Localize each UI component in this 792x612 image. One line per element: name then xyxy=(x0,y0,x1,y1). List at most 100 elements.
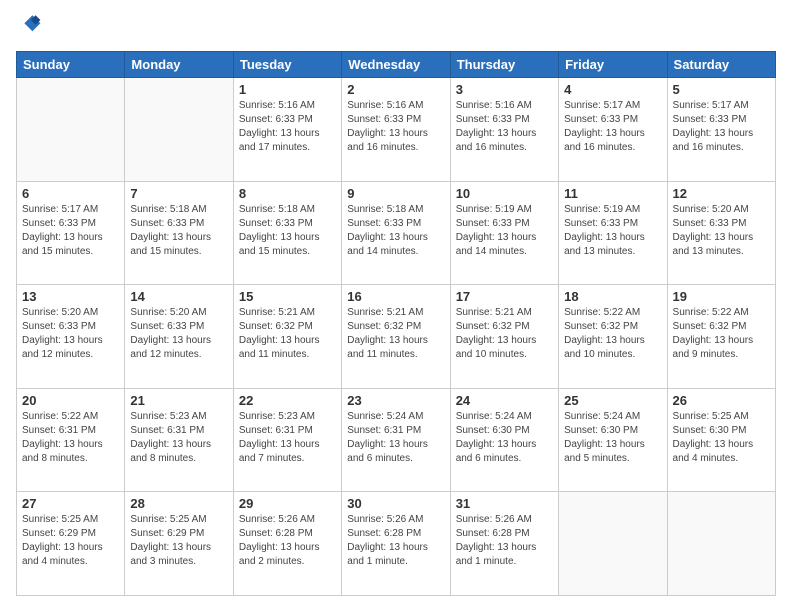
calendar-week-row: 27Sunrise: 5:25 AM Sunset: 6:29 PM Dayli… xyxy=(17,492,776,596)
page: Sunday Monday Tuesday Wednesday Thursday… xyxy=(0,0,792,612)
day-number: 6 xyxy=(22,186,119,201)
table-row: 16Sunrise: 5:21 AM Sunset: 6:32 PM Dayli… xyxy=(342,285,450,389)
day-info: Sunrise: 5:20 AM Sunset: 6:33 PM Dayligh… xyxy=(22,306,119,362)
day-number: 31 xyxy=(456,496,553,511)
table-row: 27Sunrise: 5:25 AM Sunset: 6:29 PM Dayli… xyxy=(17,492,125,596)
table-row: 14 Sunrise: 5:20 AM Sunset: 6:33 PM Dayli… xyxy=(125,285,233,389)
table-row: 1 Sunrise: 5:16 AM Sunset: 6:33 PM Daylig… xyxy=(233,78,341,182)
table-row: 22 Sunrise: 5:23 AM Sunset: 6:31 PM Dayli… xyxy=(233,388,341,492)
day-info: Sunrise: 5:16 AM Sunset: 6:33 PM Dayligh… xyxy=(239,99,336,155)
table-row xyxy=(17,78,125,182)
table-row: 15 Sunrise: 5:21 AM Sunset: 6:32 PM Dayli… xyxy=(233,285,341,389)
day-info: Sunrise: 5:25 AM Sunset: 6:30 PM Dayligh… xyxy=(673,410,770,466)
table-row xyxy=(667,492,775,596)
day-number: 17 xyxy=(456,289,553,304)
day-info: Sunrise: 5:24 AM Sunset: 6:31 PM Dayligh… xyxy=(347,410,444,466)
table-row: 19 Sunrise: 5:22 AM Sunset: 6:32 PM Dayli… xyxy=(667,285,775,389)
col-thursday: Thursday xyxy=(450,52,558,78)
day-info: Sunrise: 5:16 AM Sunset: 6:33 PM Dayligh… xyxy=(456,99,553,155)
day-number: 13 xyxy=(22,289,119,304)
day-info: Sunrise: 5:19 AM Sunset: 6:33 PM Dayligh… xyxy=(456,203,553,259)
calendar-week-row: 20 Sunrise: 5:22 AM Sunset: 6:31 PM Dayli… xyxy=(17,388,776,492)
table-row: 3 Sunrise: 5:16 AM Sunset: 6:33 PM Daylig… xyxy=(450,78,558,182)
table-row: 20 Sunrise: 5:22 AM Sunset: 6:31 PM Dayli… xyxy=(17,388,125,492)
calendar-week-row: 13 Sunrise: 5:20 AM Sunset: 6:33 PM Dayli… xyxy=(17,285,776,389)
col-wednesday: Wednesday xyxy=(342,52,450,78)
logo xyxy=(16,16,42,41)
table-row: 9 Sunrise: 5:18 AM Sunset: 6:33 PM Daylig… xyxy=(342,181,450,285)
calendar-week-row: 1 Sunrise: 5:16 AM Sunset: 6:33 PM Daylig… xyxy=(17,78,776,182)
table-row: 13 Sunrise: 5:20 AM Sunset: 6:33 PM Dayli… xyxy=(17,285,125,389)
table-row: 31 Sunrise: 5:26 AM Sunset: 6:28 PM Dayli… xyxy=(450,492,558,596)
col-tuesday: Tuesday xyxy=(233,52,341,78)
day-info: Sunrise: 5:19 AM Sunset: 6:33 PM Dayligh… xyxy=(564,203,661,259)
day-number: 25 xyxy=(564,393,661,408)
day-info: Sunrise: 5:20 AM Sunset: 6:33 PM Dayligh… xyxy=(130,306,227,362)
day-number: 7 xyxy=(130,186,227,201)
table-row: 26 Sunrise: 5:25 AM Sunset: 6:30 PM Dayli… xyxy=(667,388,775,492)
table-row: 29 Sunrise: 5:26 AM Sunset: 6:28 PM Dayli… xyxy=(233,492,341,596)
table-row: 25 Sunrise: 5:24 AM Sunset: 6:30 PM Dayli… xyxy=(559,388,667,492)
day-number: 10 xyxy=(456,186,553,201)
day-number: 26 xyxy=(673,393,770,408)
table-row: 28Sunrise: 5:25 AM Sunset: 6:29 PM Dayli… xyxy=(125,492,233,596)
day-number: 5 xyxy=(673,82,770,97)
table-row xyxy=(125,78,233,182)
header xyxy=(16,16,776,41)
table-row: 11 Sunrise: 5:19 AM Sunset: 6:33 PM Dayli… xyxy=(559,181,667,285)
day-info: Sunrise: 5:22 AM Sunset: 6:32 PM Dayligh… xyxy=(564,306,661,362)
table-row: 2 Sunrise: 5:16 AM Sunset: 6:33 PM Daylig… xyxy=(342,78,450,182)
logo-icon xyxy=(18,12,42,36)
table-row: 6 Sunrise: 5:17 AM Sunset: 6:33 PM Daylig… xyxy=(17,181,125,285)
day-info: Sunrise: 5:20 AM Sunset: 6:33 PM Dayligh… xyxy=(673,203,770,259)
day-number: 27 xyxy=(22,496,119,511)
table-row: 18Sunrise: 5:22 AM Sunset: 6:32 PM Dayli… xyxy=(559,285,667,389)
day-info: Sunrise: 5:26 AM Sunset: 6:28 PM Dayligh… xyxy=(347,513,444,569)
day-number: 11 xyxy=(564,186,661,201)
day-info: Sunrise: 5:26 AM Sunset: 6:28 PM Dayligh… xyxy=(456,513,553,569)
table-row: 21Sunrise: 5:23 AM Sunset: 6:31 PM Dayli… xyxy=(125,388,233,492)
col-friday: Friday xyxy=(559,52,667,78)
day-number: 19 xyxy=(673,289,770,304)
table-row: 24Sunrise: 5:24 AM Sunset: 6:30 PM Dayli… xyxy=(450,388,558,492)
day-number: 4 xyxy=(564,82,661,97)
table-row: 5 Sunrise: 5:17 AM Sunset: 6:33 PM Daylig… xyxy=(667,78,775,182)
table-row: 7 Sunrise: 5:18 AM Sunset: 6:33 PM Daylig… xyxy=(125,181,233,285)
day-info: Sunrise: 5:22 AM Sunset: 6:31 PM Dayligh… xyxy=(22,410,119,466)
table-row: 17 Sunrise: 5:21 AM Sunset: 6:32 PM Dayli… xyxy=(450,285,558,389)
day-number: 20 xyxy=(22,393,119,408)
calendar-header-row: Sunday Monday Tuesday Wednesday Thursday… xyxy=(17,52,776,78)
day-number: 16 xyxy=(347,289,444,304)
calendar-week-row: 6 Sunrise: 5:17 AM Sunset: 6:33 PM Daylig… xyxy=(17,181,776,285)
calendar-table: Sunday Monday Tuesday Wednesday Thursday… xyxy=(16,51,776,596)
day-info: Sunrise: 5:18 AM Sunset: 6:33 PM Dayligh… xyxy=(239,203,336,259)
day-number: 12 xyxy=(673,186,770,201)
day-number: 14 xyxy=(130,289,227,304)
day-info: Sunrise: 5:21 AM Sunset: 6:32 PM Dayligh… xyxy=(239,306,336,362)
day-info: Sunrise: 5:22 AM Sunset: 6:32 PM Dayligh… xyxy=(673,306,770,362)
day-number: 23 xyxy=(347,393,444,408)
day-info: Sunrise: 5:16 AM Sunset: 6:33 PM Dayligh… xyxy=(347,99,444,155)
day-info: Sunrise: 5:18 AM Sunset: 6:33 PM Dayligh… xyxy=(130,203,227,259)
day-info: Sunrise: 5:17 AM Sunset: 6:33 PM Dayligh… xyxy=(22,203,119,259)
day-info: Sunrise: 5:21 AM Sunset: 6:32 PM Dayligh… xyxy=(456,306,553,362)
day-info: Sunrise: 5:17 AM Sunset: 6:33 PM Dayligh… xyxy=(564,99,661,155)
table-row: 10 Sunrise: 5:19 AM Sunset: 6:33 PM Dayli… xyxy=(450,181,558,285)
day-info: Sunrise: 5:26 AM Sunset: 6:28 PM Dayligh… xyxy=(239,513,336,569)
day-info: Sunrise: 5:18 AM Sunset: 6:33 PM Dayligh… xyxy=(347,203,444,259)
day-info: Sunrise: 5:24 AM Sunset: 6:30 PM Dayligh… xyxy=(564,410,661,466)
day-number: 22 xyxy=(239,393,336,408)
day-number: 2 xyxy=(347,82,444,97)
day-number: 15 xyxy=(239,289,336,304)
day-number: 28 xyxy=(130,496,227,511)
day-number: 1 xyxy=(239,82,336,97)
day-number: 29 xyxy=(239,496,336,511)
col-sunday: Sunday xyxy=(17,52,125,78)
day-info: Sunrise: 5:23 AM Sunset: 6:31 PM Dayligh… xyxy=(239,410,336,466)
day-info: Sunrise: 5:17 AM Sunset: 6:33 PM Dayligh… xyxy=(673,99,770,155)
day-number: 9 xyxy=(347,186,444,201)
day-number: 3 xyxy=(456,82,553,97)
col-saturday: Saturday xyxy=(667,52,775,78)
col-monday: Monday xyxy=(125,52,233,78)
table-row: 30Sunrise: 5:26 AM Sunset: 6:28 PM Dayli… xyxy=(342,492,450,596)
